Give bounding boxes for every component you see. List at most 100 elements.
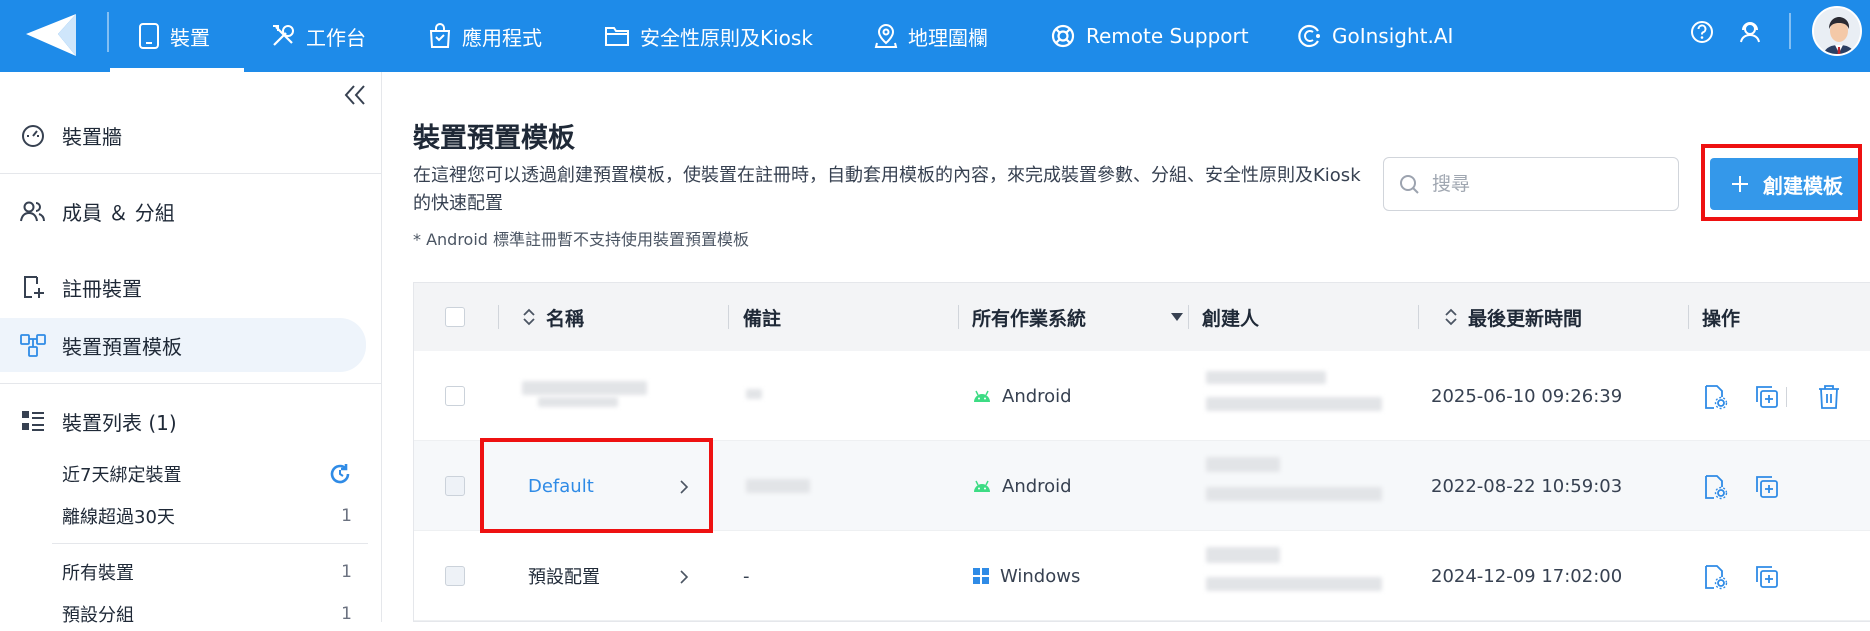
device-icon — [139, 23, 159, 49]
sort-icon — [1445, 308, 1457, 326]
sidebar-item-device-list[interactable]: 裝置列表 (1) — [0, 394, 382, 448]
nav-item-devices[interactable]: 裝置 — [110, 0, 244, 72]
nav-item-geofence[interactable]: 地理圍欄 — [874, 0, 988, 72]
create-template-label: 創建模板 — [1763, 173, 1843, 198]
column-header-creator: 創建人 — [1202, 283, 1259, 351]
column-divider — [498, 305, 499, 329]
chevron-right-icon[interactable] — [678, 569, 690, 585]
sidebar: 裝置牆 成員 ＆ 分組 註冊裝置 裝置預置模板 裝置列表 (1) 近7天綁定裝置… — [0, 72, 382, 626]
nav-label: 裝置 — [170, 25, 210, 50]
sidebar-item-label: 註冊裝置 — [62, 276, 142, 301]
sidebar-subitem-recent-7-days[interactable]: 近7天綁定裝置 — [62, 457, 352, 491]
redacted-creator — [1206, 371, 1326, 384]
nav-divider — [107, 12, 109, 52]
app-logo-icon[interactable] — [22, 10, 82, 60]
templates-table: 名稱 備註 所有作業系統 創建人 最後更新時間 操作 Android 2025-… — [413, 282, 1870, 622]
delete-icon[interactable] — [1816, 384, 1842, 410]
list-icon — [22, 411, 44, 431]
sort-icon — [523, 308, 535, 326]
nav-item-goinsight-ai[interactable]: GoInsight.AI — [1296, 0, 1453, 72]
subitem-count: 1 — [341, 562, 352, 582]
os-cell: Android — [972, 441, 1072, 531]
sidebar-item-label: 裝置預置模板 — [62, 334, 182, 359]
search-box[interactable] — [1383, 157, 1679, 211]
row-checkbox[interactable] — [445, 386, 465, 406]
sidebar-subitem-default-group[interactable]: 預設分組 1 — [62, 597, 352, 631]
column-divider — [958, 305, 959, 329]
settings-document-icon[interactable] — [1702, 564, 1728, 590]
nav-label: 工作台 — [306, 25, 366, 50]
table-row[interactable]: Default Android 2022-08-22 10:59:03 — [414, 441, 1870, 531]
search-icon — [1400, 175, 1419, 194]
os-label: Android — [1002, 385, 1072, 407]
redacted-name — [522, 381, 647, 395]
refresh-icon[interactable] — [328, 462, 352, 486]
column-header-updated[interactable]: 最後更新時間 — [1444, 283, 1582, 351]
nav-label: 應用程式 — [462, 25, 542, 50]
sidebar-divider — [0, 383, 382, 384]
sidebar-item-device-templates[interactable]: 裝置預置模板 — [0, 318, 366, 372]
chevron-right-icon[interactable] — [678, 479, 690, 495]
os-cell: Windows — [972, 531, 1080, 621]
redacted-creator — [1206, 487, 1382, 501]
sidebar-divider — [52, 543, 368, 544]
topbar-divider — [1789, 13, 1791, 49]
copy-add-icon[interactable] — [1754, 474, 1780, 500]
subitem-count: 1 — [341, 506, 352, 526]
column-header-label: 名稱 — [546, 307, 585, 330]
sidebar-subitem-all-devices[interactable]: 所有裝置 1 — [62, 555, 352, 589]
page-title: 裝置預置模板 — [413, 123, 575, 154]
column-header-name[interactable]: 名稱 — [522, 283, 584, 351]
sidebar-item-members-groups[interactable]: 成員 ＆ 分組 — [0, 184, 382, 238]
sidebar-divider — [0, 173, 382, 174]
subitem-label: 預設分組 — [62, 605, 134, 626]
template-name-link[interactable]: Default — [528, 441, 594, 531]
column-header-label: 創建人 — [1202, 307, 1260, 330]
avatar-portrait-icon — [1814, 8, 1860, 54]
column-header-label: 操作 — [1702, 307, 1741, 330]
column-divider — [728, 305, 729, 329]
sidebar-item-label: 成員 ＆ 分組 — [62, 200, 175, 225]
nav-label: 安全性原則及Kiosk — [640, 25, 813, 50]
help-icon[interactable] — [1688, 18, 1716, 46]
support-agent-icon[interactable] — [1736, 18, 1764, 46]
os-filter-dropdown[interactable]: 所有作業系統 — [972, 283, 1184, 351]
table-header: 名稱 備註 所有作業系統 創建人 最後更新時間 操作 — [414, 283, 1870, 351]
nav-label: GoInsight.AI — [1332, 24, 1454, 48]
nav-item-workbench[interactable]: 工作台 — [270, 0, 366, 72]
sidebar-item-register-device[interactable]: 註冊裝置 — [0, 260, 382, 314]
redacted-remark — [746, 389, 762, 399]
row-checkbox[interactable] — [445, 476, 465, 496]
template-name[interactable]: 預設配置 — [528, 531, 600, 621]
nav-item-policies-kiosk[interactable]: 安全性原則及Kiosk — [604, 0, 813, 72]
redacted-creator — [1206, 577, 1382, 591]
table-row[interactable]: 預設配置 - Windows 2024-12-09 17:02:00 — [414, 531, 1870, 621]
collapse-sidebar-icon[interactable] — [340, 82, 370, 108]
android-icon — [974, 390, 990, 402]
copy-add-icon[interactable] — [1754, 564, 1780, 590]
user-avatar[interactable] — [1812, 6, 1862, 56]
table-row[interactable]: Android 2025-06-10 09:26:39 — [414, 351, 1870, 441]
search-input[interactable] — [1432, 173, 1662, 195]
plus-icon — [1732, 176, 1748, 192]
nav-item-apps[interactable]: 應用程式 — [428, 0, 542, 72]
nav-item-remote-support[interactable]: Remote Support — [1050, 0, 1249, 72]
top-navigation-bar: 裝置 工作台 應用程式 安全性原則及Kiosk 地理圍欄 Remote Supp… — [0, 0, 1870, 72]
column-divider — [1418, 305, 1419, 329]
settings-document-icon[interactable] — [1702, 474, 1728, 500]
select-all-checkbox[interactable] — [445, 307, 465, 327]
ai-icon — [1298, 24, 1320, 48]
sidebar-subitem-offline-30-days[interactable]: 離線超過30天 1 — [62, 499, 352, 533]
sidebar-item-label: 裝置牆 — [62, 124, 122, 149]
column-header-label: 所有作業系統 — [972, 307, 1087, 330]
redacted-creator — [1206, 397, 1382, 411]
settings-document-icon[interactable] — [1702, 384, 1728, 410]
copy-add-icon[interactable] — [1754, 384, 1780, 410]
redacted-name — [538, 397, 618, 407]
subitem-label: 所有裝置 — [62, 563, 134, 584]
sidebar-item-device-wall[interactable]: 裝置牆 — [0, 108, 382, 162]
row-checkbox[interactable] — [445, 566, 465, 586]
column-header-remark: 備註 — [743, 283, 781, 351]
folder-icon — [605, 27, 629, 46]
create-template-button[interactable]: 創建模板 — [1710, 158, 1862, 210]
